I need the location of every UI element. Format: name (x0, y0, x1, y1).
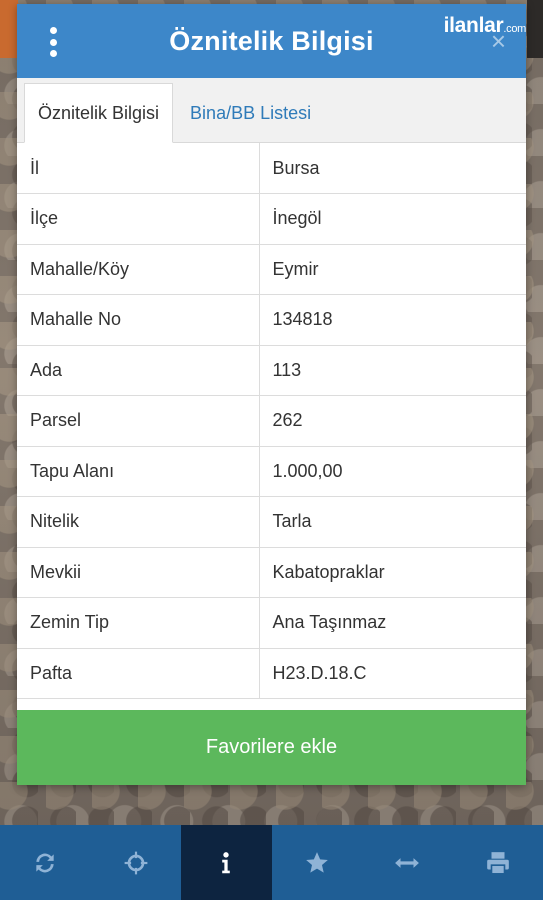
tab-bar: Öznitelik Bilgisi Bina/BB Listesi (17, 78, 526, 143)
attribute-value: 134818 (258, 294, 526, 346)
table-row: Tapu Alanı 1.000,00 (17, 445, 526, 497)
refresh-button[interactable] (0, 825, 91, 900)
attribute-key: Ada (17, 344, 260, 396)
print-button[interactable] (453, 825, 543, 900)
map-edge-dark (527, 0, 543, 58)
table-row: Mahalle No 134818 (17, 294, 526, 346)
attribute-info-modal: Öznitelik Bilgisi ilanlar.com × Özniteli… (17, 4, 526, 785)
attribute-key: Mahalle/Köy (17, 243, 260, 295)
attribute-key: Zemin Tip (17, 597, 260, 649)
star-icon (305, 851, 328, 873)
info-button[interactable] (181, 825, 272, 900)
attribute-table: İl Bursa İlçe İnegöl Mahalle/Köy Eymir Mahalle… (17, 143, 526, 699)
brand-suffix: .com (503, 23, 526, 35)
refresh-icon (36, 853, 54, 872)
attribute-value: Kabatopraklar (258, 546, 526, 598)
attribute-key: Tapu Alanı (17, 445, 260, 497)
attribute-key: Parsel (17, 395, 260, 447)
table-row: Ada 113 (17, 344, 526, 396)
bottom-toolbar (0, 825, 543, 900)
table-row: Mevkii Kabatopraklar (17, 546, 526, 598)
attribute-value: 262 (258, 395, 526, 447)
modal-title: Öznitelik Bilgisi (169, 25, 374, 56)
attribute-value: 113 (258, 344, 526, 396)
attribute-value: Tarla (258, 496, 526, 548)
attribute-value: Eymir (258, 243, 526, 295)
tab-attribute-info[interactable]: Öznitelik Bilgisi (24, 83, 174, 143)
favorites-button[interactable] (272, 825, 363, 900)
attribute-key: Nitelik (17, 496, 260, 548)
locate-button[interactable] (91, 825, 182, 900)
table-row: Mahalle/Köy Eymir (17, 243, 526, 295)
attribute-key: İlçe (17, 193, 260, 245)
attribute-key: Mahalle No (17, 294, 260, 346)
modal-header: Öznitelik Bilgisi ilanlar.com × (17, 4, 526, 78)
add-favorite-button[interactable]: Favorilere ekle (17, 710, 526, 785)
attribute-value: Ana Taşınmaz (258, 597, 526, 649)
table-row: Parsel 262 (17, 395, 526, 447)
measure-button[interactable] (362, 825, 453, 900)
crosshair-icon (124, 851, 148, 874)
table-row: İlçe İnegöl (17, 193, 526, 245)
print-icon (486, 851, 509, 875)
table-row: Pafta H23.D.18.C (17, 647, 526, 699)
menu-kebab-icon[interactable] (43, 27, 63, 57)
table-row: İl Bursa (17, 143, 526, 194)
info-icon (222, 851, 231, 873)
close-icon[interactable]: × (491, 28, 506, 54)
attribute-value: Bursa (258, 143, 526, 194)
attribute-key: Pafta (17, 647, 260, 699)
brand-logo: ilanlar.com (444, 14, 527, 38)
attribute-value: H23.D.18.C (258, 647, 526, 699)
attribute-value: İnegöl (258, 193, 526, 245)
map-edge-orange (0, 0, 18, 58)
attribute-key: Mevkii (17, 546, 260, 598)
tab-building-list[interactable]: Bina/BB Listesi (173, 84, 324, 142)
table-row: Zemin Tip Ana Taşınmaz (17, 597, 526, 649)
measure-arrows-icon (395, 857, 420, 868)
attribute-key: İl (17, 143, 260, 194)
table-row: Nitelik Tarla (17, 496, 526, 548)
attribute-value: 1.000,00 (258, 445, 526, 497)
